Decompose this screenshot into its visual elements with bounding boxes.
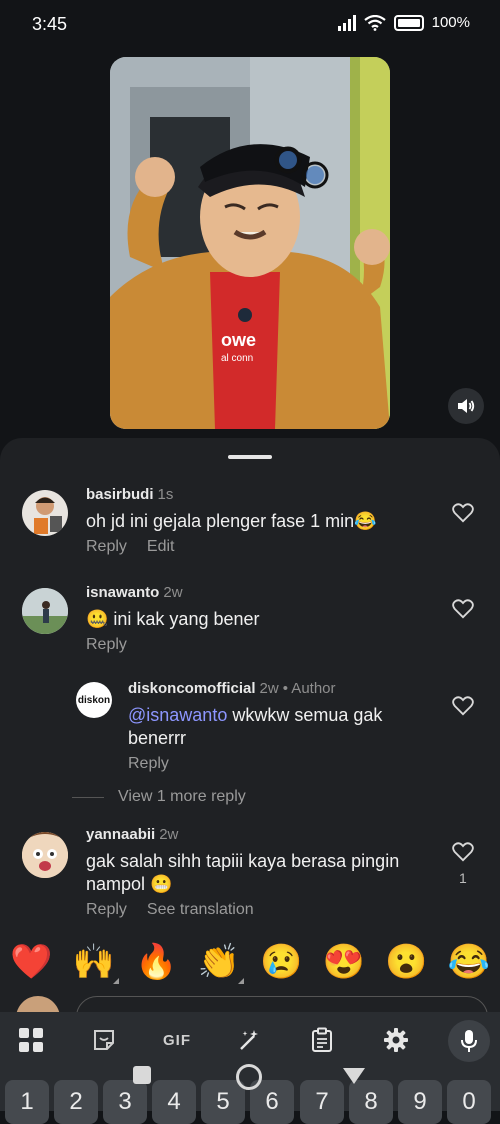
avatar[interactable] — [22, 832, 68, 878]
key-3[interactable]: 3 — [103, 1080, 147, 1124]
key-8[interactable]: 8 — [349, 1080, 393, 1124]
reaction-fire[interactable]: 🔥 — [135, 942, 177, 982]
avatar[interactable] — [22, 490, 68, 536]
divider-line — [72, 796, 104, 798]
magic-wand-icon[interactable] — [236, 1026, 264, 1054]
reply-button[interactable]: Reply — [86, 538, 127, 556]
speaker-icon — [458, 399, 475, 413]
heart-icon[interactable] — [452, 503, 474, 523]
reaction-heart[interactable]: ❤️ — [10, 942, 52, 982]
comment-text: @isnawanto wkwkw semua gak benerrr — [128, 705, 383, 748]
view-more-label[interactable]: View 1 more reply — [118, 788, 246, 806]
reaction-bar: ❤️ 🙌 🔥 👏 😢 😍 😮 😂 — [0, 938, 500, 986]
apps-grid-icon[interactable] — [17, 1026, 45, 1054]
comment-input-area — [0, 990, 500, 1012]
battery-icon — [393, 14, 424, 31]
key-4[interactable]: 4 — [152, 1080, 196, 1124]
diskon-logo: diskon — [77, 694, 111, 706]
microphone-button[interactable] — [448, 1020, 490, 1062]
gear-icon[interactable] — [382, 1026, 410, 1054]
comment-username[interactable]: basirbudi 1s — [86, 486, 173, 503]
key-0[interactable]: 0 — [447, 1080, 491, 1124]
microphone-icon — [461, 1030, 477, 1052]
comment-text: 🤐 ini kak yang bener — [86, 609, 260, 629]
reaction-laughing[interactable]: 😂 — [448, 942, 490, 982]
video-frame-image: owe al conn — [110, 57, 390, 429]
home-nav-icon[interactable] — [236, 1064, 262, 1090]
key-2[interactable]: 2 — [54, 1080, 98, 1124]
comment-input[interactable] — [76, 996, 488, 1012]
comment-age: 1s — [157, 486, 174, 503]
key-5[interactable]: 5 — [201, 1080, 245, 1124]
key-7[interactable]: 7 — [300, 1080, 344, 1124]
comment-age: 2w — [259, 680, 279, 697]
mention-link[interactable]: @isnawanto — [128, 705, 227, 725]
comment-username[interactable]: diskoncomofficial 2w • Author — [128, 680, 336, 697]
key-1[interactable]: 1 — [5, 1080, 49, 1124]
comment-text: gak salah sihh tapiii kaya berasa pingin… — [86, 851, 400, 894]
battery-level: 100% — [431, 14, 470, 31]
back-nav-icon[interactable] — [343, 1068, 365, 1084]
author-tag: • Author — [282, 680, 336, 697]
sheet-drag-handle[interactable] — [228, 455, 272, 459]
heart-icon[interactable] — [452, 599, 474, 619]
keyboard-toolbar: GIF — [0, 1012, 500, 1070]
reply-button[interactable]: Reply — [86, 636, 127, 654]
status-icons: 100% — [337, 14, 470, 31]
shirt-text: owe — [221, 330, 256, 350]
clipboard-icon[interactable] — [308, 1026, 336, 1054]
reaction-heart-eyes[interactable]: 😍 — [323, 942, 365, 982]
shirt-subtext: al conn — [221, 353, 253, 364]
heart-icon[interactable] — [452, 842, 474, 862]
gif-label: GIF — [163, 1031, 191, 1049]
edit-button[interactable]: Edit — [147, 538, 175, 556]
comment-age: 2w — [163, 584, 183, 601]
recents-nav-icon[interactable] — [133, 1066, 151, 1084]
comment-age: 2w — [159, 826, 179, 843]
avatar — [16, 996, 60, 1012]
status-time: 3:45 — [32, 14, 68, 34]
wifi-icon — [363, 14, 386, 31]
reply-button[interactable]: Reply — [128, 755, 169, 773]
comment-username[interactable]: yannaabii 2w — [86, 826, 178, 843]
sticker-icon[interactable] — [90, 1026, 118, 1054]
reaction-clap[interactable]: 👏 — [198, 942, 244, 984]
gif-button[interactable]: GIF — [160, 1026, 194, 1054]
view-more-replies[interactable]: View 1 more reply — [72, 788, 246, 806]
comment-text: oh jd ini gejala plenger fase 1 min😂 — [86, 511, 377, 531]
comment-username[interactable]: isnawanto 2w — [86, 584, 183, 601]
volume-button[interactable] — [448, 388, 484, 424]
signal-icon — [337, 14, 356, 31]
see-translation-button[interactable]: See translation — [147, 901, 254, 919]
avatar[interactable]: diskon — [76, 682, 112, 718]
key-9[interactable]: 9 — [398, 1080, 442, 1124]
heart-icon[interactable] — [452, 696, 474, 716]
reaction-surprised[interactable]: 😮 — [385, 942, 427, 982]
reaction-crying[interactable]: 😢 — [260, 942, 302, 982]
avatar[interactable] — [22, 588, 68, 634]
reply-button[interactable]: Reply — [86, 901, 127, 919]
status-bar: 3:45 100% — [0, 0, 500, 48]
video-preview[interactable]: owe al conn — [110, 57, 390, 429]
like-count: 1 — [459, 870, 467, 886]
reaction-raised-hands[interactable]: 🙌 — [73, 942, 119, 984]
